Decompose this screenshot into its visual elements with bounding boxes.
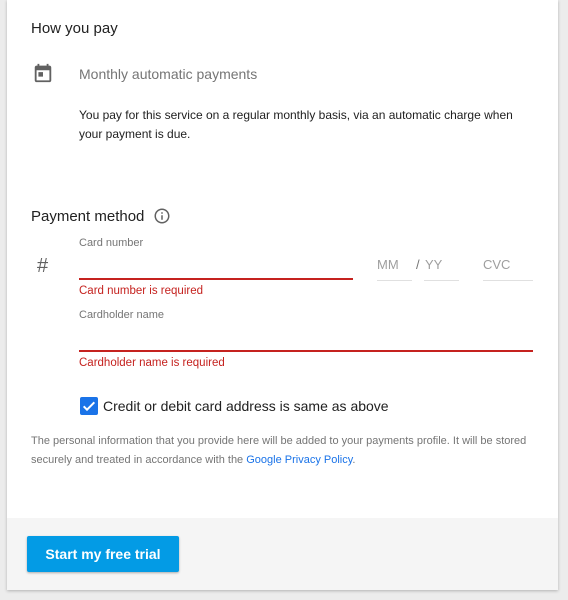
start-free-trial-button[interactable]: Start my free trial	[27, 536, 179, 572]
payment-type: Monthly automatic payments	[79, 66, 258, 82]
info-icon[interactable]	[153, 207, 171, 225]
card-number-error: Card number is required	[79, 285, 204, 297]
checkmark-icon	[82, 401, 96, 412]
payment-method-title: Payment method	[31, 208, 145, 225]
expiry-month-input[interactable]: MM	[377, 257, 399, 272]
footer-bar: Start my free trial	[7, 518, 558, 590]
how-you-pay-title: How you pay	[31, 20, 118, 37]
privacy-end: .	[352, 454, 356, 466]
privacy-notice: The personal information that you provid…	[31, 432, 541, 470]
privacy-policy-link[interactable]: Google Privacy Policy	[246, 454, 352, 466]
card-hash-icon: #	[37, 255, 49, 277]
card-number-label: Card number	[79, 237, 144, 249]
cardholder-name-error: Cardholder name is required	[79, 357, 225, 369]
cvc-input[interactable]: CVC	[483, 257, 510, 272]
expiry-year-input[interactable]: YY	[425, 257, 442, 272]
expiry-slash: /	[416, 257, 420, 272]
signup-card: How you pay Monthly automatic payments Y…	[7, 0, 558, 590]
expiry-year-underline	[424, 280, 459, 281]
calendar-icon	[34, 63, 52, 83]
payment-description: You pay for this service on a regular mo…	[79, 108, 513, 141]
expiry-month-underline	[377, 280, 412, 281]
same-address-label[interactable]: Credit or debit card address is same as …	[103, 398, 389, 414]
cardholder-name-label: Cardholder name	[79, 309, 164, 321]
card-number-input[interactable]	[79, 278, 353, 280]
cardholder-name-input[interactable]	[79, 350, 533, 352]
cvc-underline	[483, 280, 533, 281]
same-address-checkbox[interactable]	[80, 397, 98, 415]
